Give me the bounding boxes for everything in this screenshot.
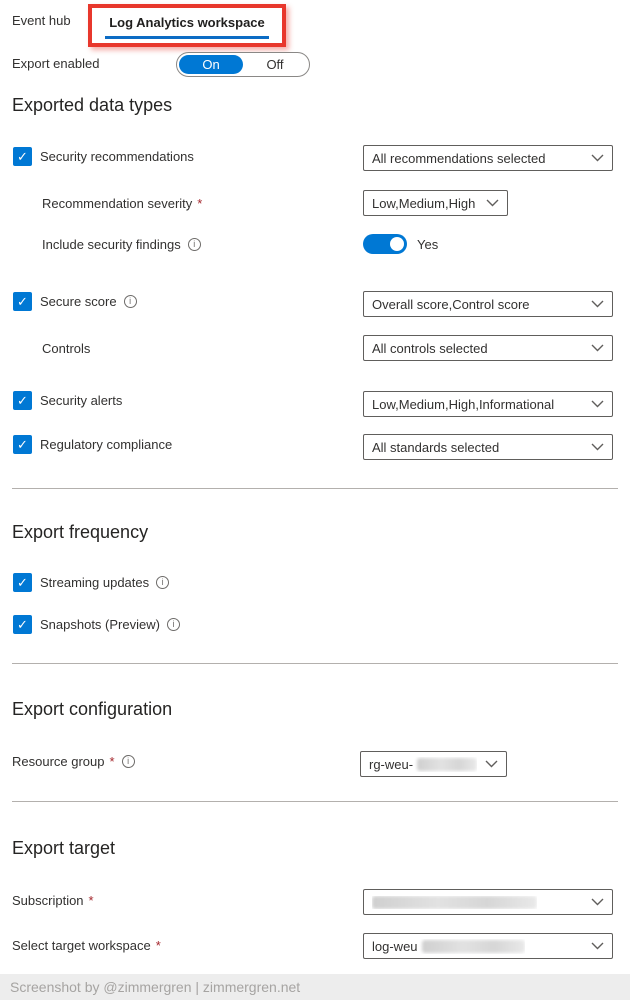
secure-score-label-text: Secure score [40,294,117,309]
security-alerts-checkbox[interactable]: ✓ [13,391,32,410]
resource-group-label-text: Resource group [12,754,105,769]
section-divider [12,801,618,802]
check-icon: ✓ [17,393,28,408]
secure-score-checkbox[interactable]: ✓ [13,292,32,311]
streaming-updates-label: Streaming updates i [40,575,169,590]
recommendations-dropdown[interactable]: All recommendations selected [363,145,613,171]
watermark-text: Screenshot by @zimmergren | zimmergren.n… [10,979,300,995]
controls-dropdown-value: All controls selected [372,341,488,356]
regulatory-compliance-label: Regulatory compliance [40,437,172,452]
security-recommendations-label: Security recommendations [40,149,194,164]
controls-dropdown[interactable]: All controls selected [363,335,613,361]
controls-label: Controls [42,341,90,356]
target-workspace-dropdown-value: log-weu [372,939,525,954]
include-security-findings-toggle-state: Yes [417,237,438,252]
chevron-down-icon [591,400,604,408]
include-security-findings-label-text: Include security findings [42,237,181,252]
chevron-down-icon [591,898,604,906]
check-icon: ✓ [17,575,28,590]
check-icon: ✓ [17,437,28,452]
toggle-on-option[interactable]: On [179,55,243,74]
target-workspace-label-text: Select target workspace [12,938,151,953]
secure-score-label: Secure score i [40,294,137,309]
standards-dropdown[interactable]: All standards selected [363,434,613,460]
redacted-value [372,896,537,909]
resource-group-dropdown[interactable]: rg-weu- [360,751,507,777]
include-security-findings-toggle[interactable] [363,234,407,254]
subscription-dropdown-value [372,896,537,909]
tab-event-hub[interactable]: Event hub [12,13,71,28]
severity-dropdown-value: Low,Medium,High [372,196,475,211]
section-title-export-target: Export target [12,838,115,859]
section-divider [12,663,618,664]
target-workspace-label: Select target workspace * [12,938,161,953]
chevron-down-icon [591,300,604,308]
secure-score-dropdown[interactable]: Overall score,Control score [363,291,613,317]
chevron-down-icon [486,199,499,207]
subscription-dropdown[interactable] [363,889,613,915]
redacted-value [417,758,477,771]
required-asterisk: * [110,754,115,769]
row-security-recommendations: ✓ Security recommendations [13,147,194,166]
section-divider [12,488,618,489]
secure-score-dropdown-value: Overall score,Control score [372,297,530,312]
export-enabled-label: Export enabled [12,56,99,71]
standards-dropdown-value: All standards selected [372,440,499,455]
chevron-down-icon [591,344,604,352]
watermark-footer: Screenshot by @zimmergren | zimmergren.n… [0,974,630,1000]
streaming-updates-checkbox[interactable]: ✓ [13,573,32,592]
streaming-updates-label-text: Streaming updates [40,575,149,590]
check-icon: ✓ [17,617,28,632]
tab-log-analytics-workspace[interactable]: Log Analytics workspace [105,13,269,39]
row-streaming-updates: ✓ Streaming updates i [13,573,169,592]
section-title-export-configuration: Export configuration [12,699,172,720]
info-icon[interactable]: i [188,238,201,251]
info-icon[interactable]: i [156,576,169,589]
section-title-export-frequency: Export frequency [12,522,148,543]
row-security-alerts: ✓ Security alerts [13,391,122,410]
chevron-down-icon [485,760,498,768]
chevron-down-icon [591,942,604,950]
security-recommendations-checkbox[interactable]: ✓ [13,147,32,166]
severity-dropdown[interactable]: Low,Medium,High [363,190,508,216]
resource-group-label: Resource group * i [12,754,135,769]
alerts-severity-dropdown[interactable]: Low,Medium,High,Informational [363,391,613,417]
snapshots-checkbox[interactable]: ✓ [13,615,32,634]
required-asterisk: * [197,196,202,211]
subscription-label: Subscription * [12,893,94,908]
check-icon: ✓ [17,294,28,309]
check-icon: ✓ [17,149,28,164]
required-asterisk: * [89,893,94,908]
resource-group-dropdown-value: rg-weu- [369,757,477,772]
target-workspace-value-prefix: log-weu [372,939,418,954]
row-snapshots: ✓ Snapshots (Preview) i [13,615,180,634]
alerts-severity-dropdown-value: Low,Medium,High,Informational [372,397,554,412]
recommendation-severity-label: Recommendation severity * [42,196,202,211]
row-secure-score: ✓ Secure score i [13,292,137,311]
export-enabled-toggle[interactable]: On Off [176,52,310,77]
toggle-off-option[interactable]: Off [243,55,307,74]
recommendation-severity-label-text: Recommendation severity [42,196,192,211]
security-alerts-label: Security alerts [40,393,122,408]
section-title-exported-data-types: Exported data types [12,95,172,116]
red-highlight-box: Log Analytics workspace [88,4,286,47]
target-workspace-dropdown[interactable]: log-weu [363,933,613,959]
subscription-label-text: Subscription [12,893,84,908]
snapshots-label-text: Snapshots (Preview) [40,617,160,632]
recommendations-dropdown-value: All recommendations selected [372,151,545,166]
snapshots-label: Snapshots (Preview) i [40,617,180,632]
include-security-findings-label: Include security findings i [42,237,201,252]
chevron-down-icon [591,154,604,162]
required-asterisk: * [156,938,161,953]
info-icon[interactable]: i [124,295,137,308]
info-icon[interactable]: i [122,755,135,768]
info-icon[interactable]: i [167,618,180,631]
regulatory-compliance-checkbox[interactable]: ✓ [13,435,32,454]
continuous-export-settings-page: { "required_marker": "*", "icons": { "ch… [0,0,630,1000]
chevron-down-icon [591,443,604,451]
toggle-knob [390,237,404,251]
row-regulatory-compliance: ✓ Regulatory compliance [13,435,172,454]
resource-group-value-prefix: rg-weu- [369,757,413,772]
redacted-value [422,940,525,953]
